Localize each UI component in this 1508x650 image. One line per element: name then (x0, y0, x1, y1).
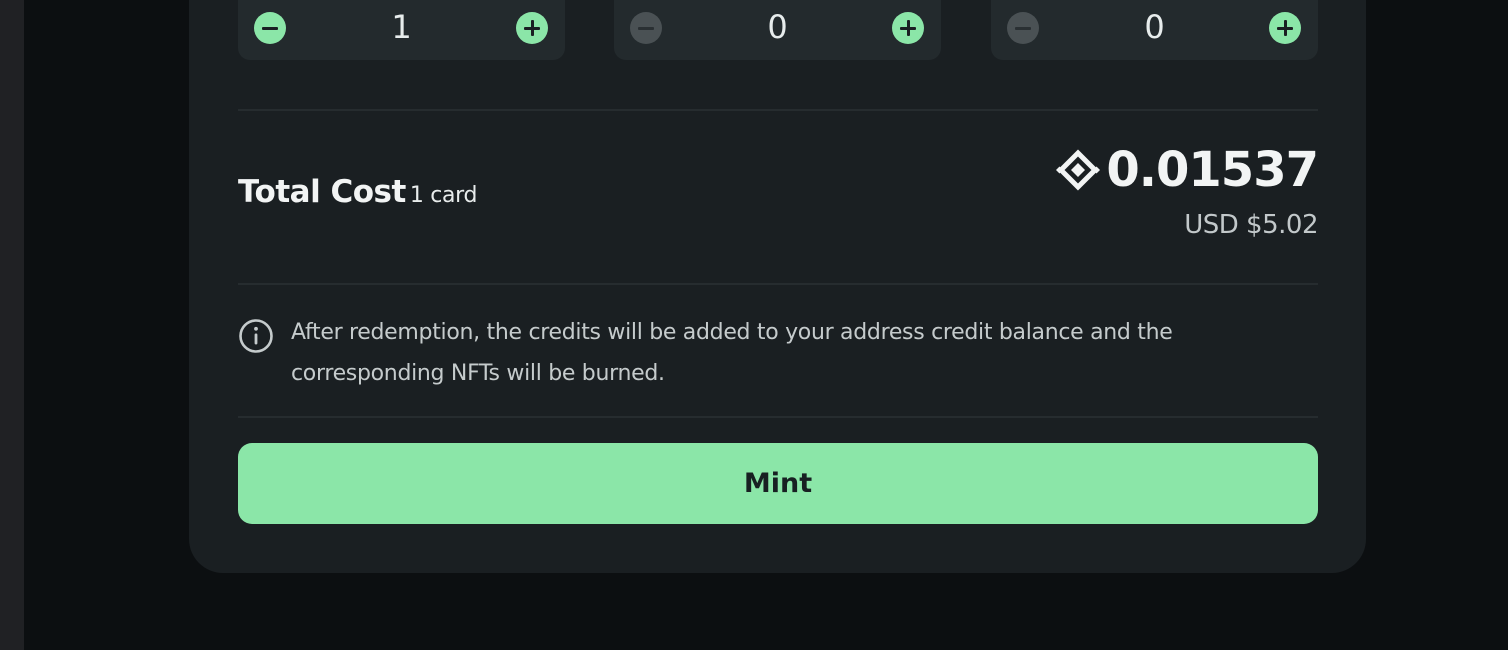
increment-button[interactable] (516, 12, 548, 44)
mint-button[interactable]: Mint (238, 443, 1318, 524)
card-count: 1 card (409, 183, 478, 208)
usd-value: USD $5.02 (1184, 210, 1318, 240)
decrement-button[interactable] (254, 12, 286, 44)
quantity-stepper-1: 1 (238, 0, 565, 60)
divider (238, 283, 1318, 285)
price-row: 0.01537 (1054, 142, 1319, 198)
divider (238, 416, 1318, 418)
quantity-stepper-3: 0 (991, 0, 1318, 60)
quantity-value: 0 (1144, 8, 1165, 46)
price-value: 0.01537 (1106, 142, 1319, 198)
redemption-notice: After redemption, the credits will be ad… (291, 320, 1173, 386)
increment-button[interactable] (892, 12, 924, 44)
info-icon (239, 319, 273, 353)
total-cost-title: Total Cost (238, 174, 406, 210)
quantity-stepper-2: 0 (614, 0, 941, 60)
divider (238, 109, 1318, 111)
quantity-value: 1 (391, 8, 412, 46)
bnb-icon (1056, 149, 1101, 191)
quantity-value: 0 (767, 8, 788, 46)
left-sidebar-edge (0, 0, 24, 650)
decrement-button[interactable] (1007, 12, 1039, 44)
increment-button[interactable] (1269, 12, 1301, 44)
total-cost-label: Total Cost 1 card (238, 174, 478, 210)
decrement-button[interactable] (630, 12, 662, 44)
